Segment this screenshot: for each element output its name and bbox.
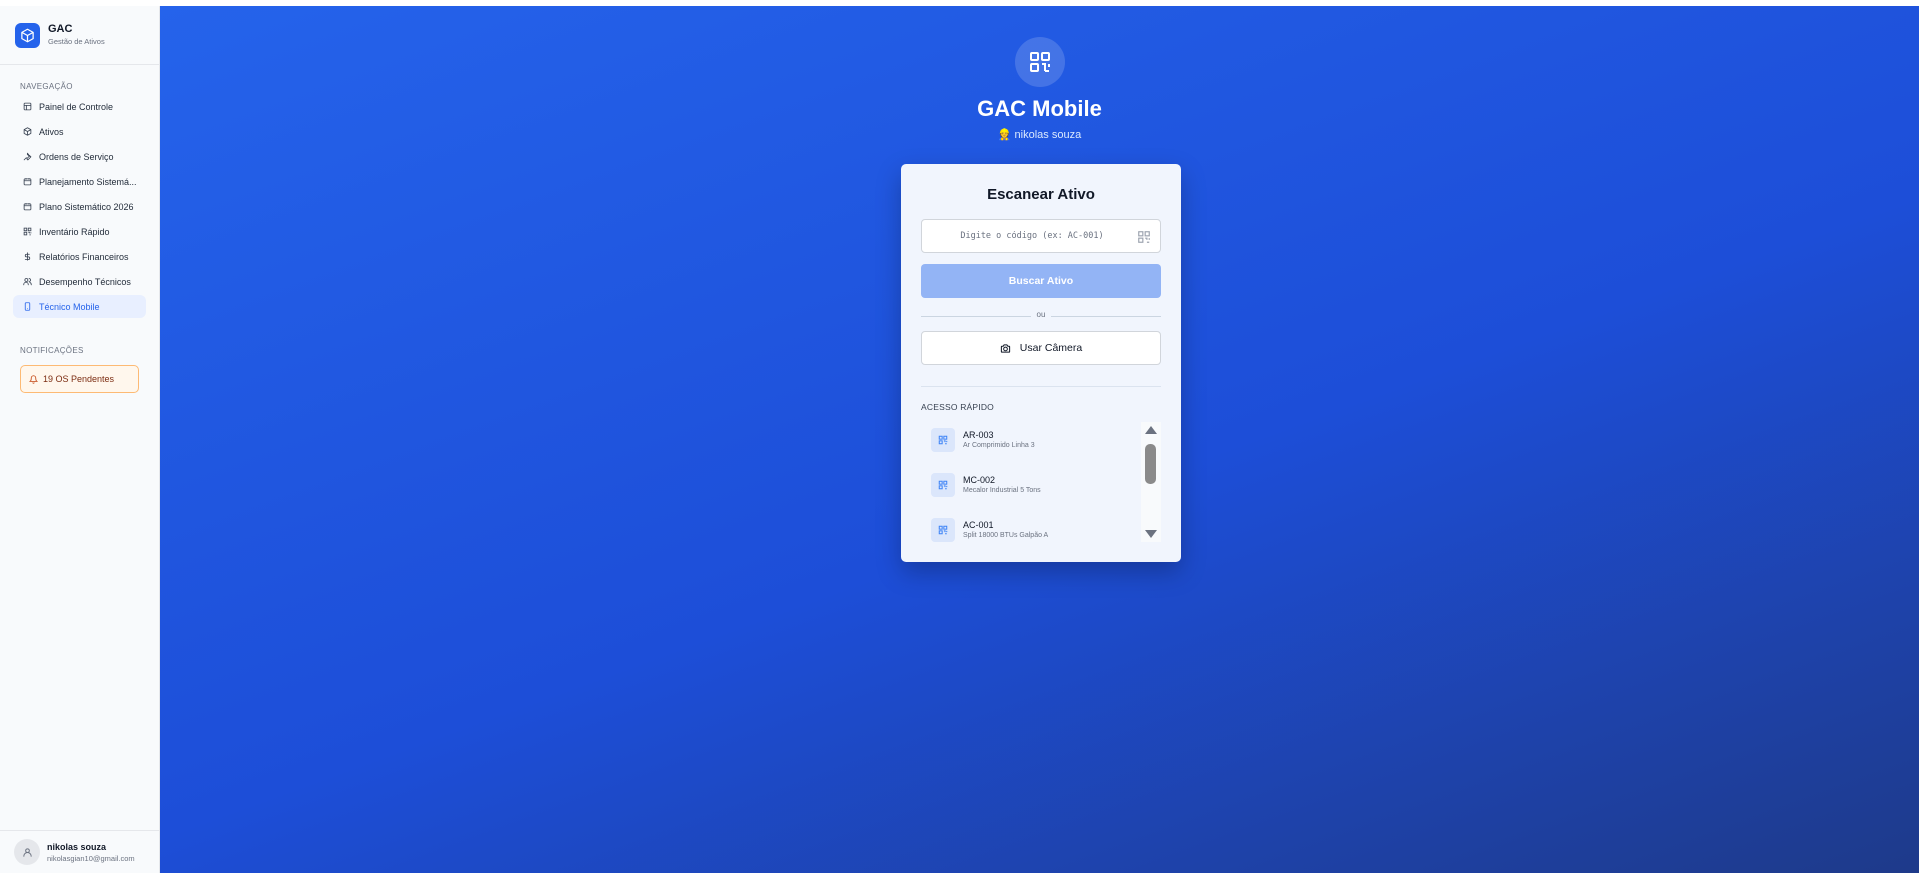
brand-title: GAC — [48, 23, 73, 35]
search-asset-button[interactable]: Buscar Ativo — [921, 264, 1161, 298]
sidebar-item-painel-de-controle[interactable]: Painel de Controle — [13, 95, 146, 118]
or-divider: ou — [921, 310, 1161, 322]
asset-description: Split 18000 BTUs Galpão A — [963, 532, 1049, 539]
brand[interactable]: GAC Gestão de Ativos — [0, 6, 159, 65]
sidebar-item-inventario-rapido[interactable]: Inventário Rápido — [13, 220, 146, 243]
sidebar-item-desempenho-tecnicos[interactable]: Desempenho Técnicos — [13, 270, 146, 293]
scroll-up-arrow-icon[interactable] — [1145, 426, 1157, 434]
scrollbar[interactable] — [1141, 422, 1161, 542]
smartphone-icon — [23, 302, 32, 311]
sidebar-item-ordens-de-servico[interactable]: Ordens de Serviço — [13, 145, 146, 168]
dollar-icon — [23, 252, 32, 261]
list-item[interactable]: AC-001 Split 18000 BTUs Galpão A — [931, 514, 1131, 546]
avatar — [14, 839, 40, 865]
sidebar-item-tecnico-mobile[interactable]: Técnico Mobile — [13, 295, 146, 318]
bell-icon — [29, 374, 38, 384]
qr-code-icon — [931, 518, 955, 542]
page-title: GAC Mobile — [977, 96, 1102, 121]
calendar-icon — [23, 202, 32, 211]
sidebar-item-label: Ativos — [39, 126, 64, 137]
asset-description: Ar Comprimido Linha 3 — [963, 442, 1035, 449]
camera-button-label: Usar Câmera — [1019, 342, 1083, 354]
pending-orders-notification[interactable]: 19 OS Pendentes — [20, 365, 139, 393]
box-icon — [23, 127, 32, 136]
qr-code-icon — [1015, 37, 1065, 87]
camera-icon — [1000, 343, 1011, 354]
section-divider — [921, 386, 1161, 387]
qr-code-icon[interactable] — [1137, 230, 1151, 244]
asset-code-field — [921, 219, 1161, 253]
sidebar-item-label: Plano Sistemático 2026 — [39, 201, 134, 212]
asset-code-input[interactable] — [932, 220, 1132, 252]
app-shell: GAC Gestão de Ativos NAVEGAÇÃO Painel de… — [0, 6, 1919, 873]
qr-code-icon — [931, 473, 955, 497]
main-content: GAC Mobile 👷 nikolas souza Escanear Ativ… — [160, 6, 1919, 873]
scan-card-title: Escanear Ativo — [987, 186, 1095, 203]
sidebar-nav: Painel de Controle Ativos Ordens de Serv… — [0, 95, 159, 318]
sidebar-item-plano-sistematico[interactable]: Plano Sistemático 2026 — [13, 195, 146, 218]
user-email: nikolasgian10@gmail.com — [47, 853, 135, 863]
nav-section-label: NAVEGAÇÃO — [20, 82, 73, 91]
user-icon — [22, 847, 32, 857]
use-camera-button[interactable]: Usar Câmera — [921, 331, 1161, 365]
asset-code: MC-002 — [963, 475, 996, 485]
sidebar: GAC Gestão de Ativos NAVEGAÇÃO Painel de… — [0, 6, 160, 873]
notification-text: 19 OS Pendentes — [43, 374, 115, 384]
sidebar-item-label: Ordens de Serviço — [39, 151, 114, 162]
list-item[interactable]: MC-002 Mecalor Industrial 5 Tons — [931, 469, 1131, 501]
scrollbar-thumb[interactable] — [1145, 444, 1156, 484]
notifications-section-label: NOTIFICAÇÕES — [20, 346, 84, 355]
quick-access-list: AR-003 Ar Comprimido Linha 3 MC-002 Meca… — [921, 422, 1161, 550]
user-name: nikolas souza — [47, 841, 107, 852]
asset-code: AR-003 — [963, 430, 994, 440]
sidebar-item-label: Inventário Rápido — [39, 226, 110, 237]
user-profile[interactable]: nikolas souza nikolasgian10@gmail.com — [0, 830, 159, 873]
wrench-icon — [23, 152, 32, 161]
technician-name: 👷 nikolas souza — [997, 129, 1082, 141]
qr-code-icon — [931, 428, 955, 452]
asset-code: AC-001 — [963, 520, 994, 530]
box-icon — [15, 22, 40, 48]
sidebar-item-ativos[interactable]: Ativos — [13, 120, 146, 143]
quick-access-label: ACESSO RÁPIDO — [921, 402, 994, 412]
qr-code-icon — [23, 227, 32, 236]
sidebar-item-relatorios-financeiros[interactable]: Relatórios Financeiros — [13, 245, 146, 268]
sidebar-item-label: Painel de Controle — [39, 101, 114, 112]
asset-description: Mecalor Industrial 5 Tons — [963, 487, 1041, 494]
users-icon — [23, 277, 32, 286]
list-item[interactable]: AR-003 Ar Comprimido Linha 3 — [931, 424, 1131, 456]
sidebar-item-label: Desempenho Técnicos — [39, 276, 131, 287]
sidebar-item-label: Planejamento Sistemá... — [39, 176, 137, 187]
sidebar-item-planejamento[interactable]: Planejamento Sistemá... — [13, 170, 146, 193]
sidebar-item-label: Relatórios Financeiros — [39, 251, 129, 262]
calendar-icon — [23, 177, 32, 186]
brand-subtitle: Gestão de Ativos — [48, 37, 105, 46]
scan-card: Escanear Ativo Buscar Ativo ou Usar Câme… — [901, 164, 1181, 562]
dashboard-icon — [23, 102, 32, 111]
scroll-down-arrow-icon[interactable] — [1145, 530, 1157, 538]
sidebar-item-label: Técnico Mobile — [39, 301, 100, 312]
or-label: ou — [1036, 310, 1046, 319]
